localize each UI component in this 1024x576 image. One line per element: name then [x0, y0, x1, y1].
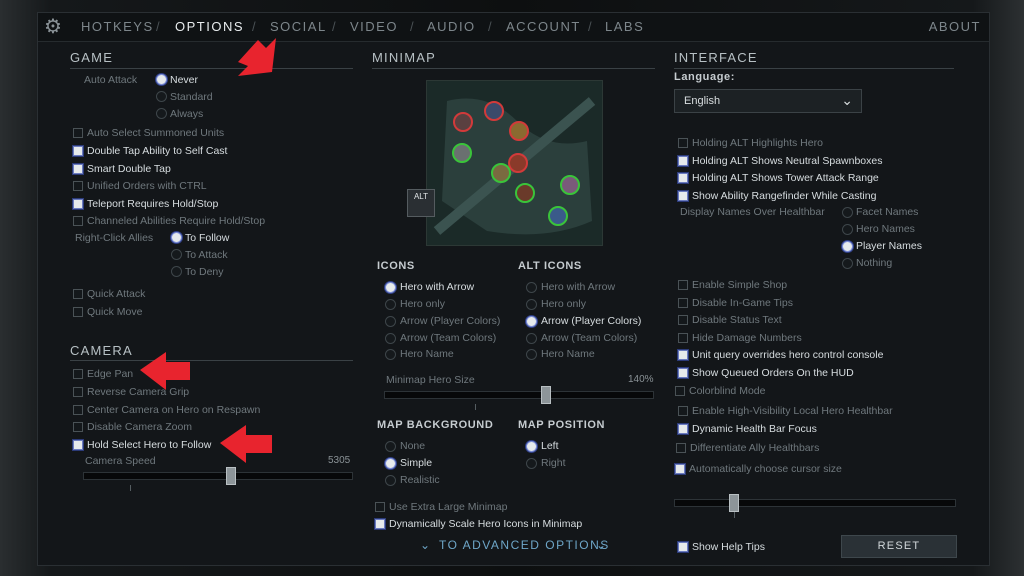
- annotation-overlay: [140, 38, 276, 463]
- annotation-arrow: [238, 38, 276, 76]
- annotation-arrow: [140, 352, 190, 390]
- annotation-arrow: [220, 425, 272, 463]
